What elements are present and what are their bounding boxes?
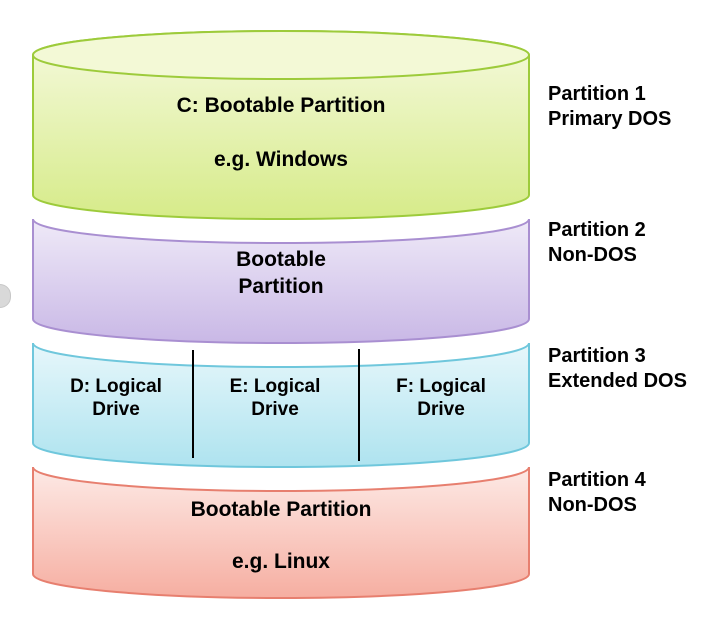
- partition-4-title-line2: e.g. Linux: [232, 550, 330, 573]
- partition-2-title-line2: Partition: [32, 273, 530, 300]
- partition-1-title: C: Bootable Partition: [32, 92, 530, 119]
- left-edge-pill: [0, 284, 11, 308]
- diagram-canvas: C: Bootable Partition e.g. Windows Boota…: [0, 0, 719, 641]
- logical-drive-d: D: Logical Drive: [46, 376, 186, 422]
- partition-1-title-line2: e.g. Windows: [214, 148, 348, 171]
- side-label-4-line1: Partition 4: [548, 468, 718, 493]
- logical-drive-f-line2: Drive: [366, 399, 516, 422]
- logical-drive-d-line2: Drive: [46, 399, 186, 422]
- logical-drive-f-line1: F: Logical: [366, 376, 516, 399]
- logical-drive-e-line2: Drive: [200, 399, 350, 422]
- partition-4-title-line1: Bootable Partition: [191, 498, 372, 521]
- logical-drive-f: F: Logical Drive: [366, 376, 516, 422]
- side-label-1-line2: Primary DOS: [548, 107, 718, 132]
- partition-2-title: Bootable Partition: [32, 246, 530, 301]
- side-label-3-line2: Extended DOS: [548, 369, 718, 394]
- logical-drive-e: E: Logical Drive: [200, 376, 350, 422]
- side-label-4: Partition 4 Non-DOS: [548, 468, 718, 518]
- side-label-1: Partition 1 Primary DOS: [548, 82, 718, 132]
- side-label-2: Partition 2 Non-DOS: [548, 218, 718, 268]
- side-label-3: Partition 3 Extended DOS: [548, 344, 718, 394]
- side-label-2-line2: Non-DOS: [548, 243, 718, 268]
- side-label-2-line1: Partition 2: [548, 218, 718, 243]
- partition-1: [32, 30, 530, 220]
- partition-1-title-line1: C: Bootable Partition: [177, 94, 386, 117]
- partition-4-subtitle: e.g. Linux: [32, 548, 530, 575]
- partition-4-title: Bootable Partition: [32, 496, 530, 523]
- logical-drive-d-line1: D: Logical: [46, 376, 186, 399]
- logical-drive-e-line1: E: Logical: [200, 376, 350, 399]
- side-label-4-line2: Non-DOS: [548, 493, 718, 518]
- side-label-1-line1: Partition 1: [548, 82, 718, 107]
- disk-cylinder: C: Bootable Partition e.g. Windows Boota…: [32, 30, 530, 598]
- partition-1-subtitle: e.g. Windows: [32, 146, 530, 173]
- partition-2-title-line1: Bootable: [32, 246, 530, 273]
- side-label-3-line1: Partition 3: [548, 344, 718, 369]
